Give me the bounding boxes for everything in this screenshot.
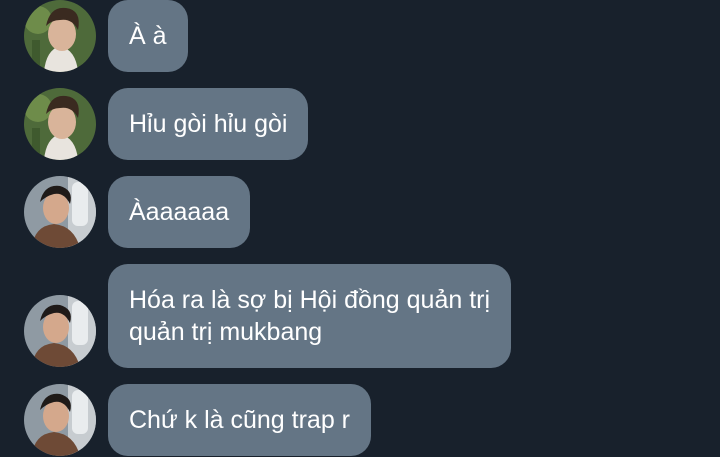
chat-thread: À à Hỉu gòi hỉu gòi Àaaaaaa Hóa ra là sợ… [0,0,720,457]
message-bubble[interactable]: À à [108,0,188,72]
message-text-line-2: quản trị mukbang [129,318,323,346]
message-bubble[interactable]: Hỉu gòi hỉu gòi [108,88,309,160]
avatar-user-a[interactable] [24,0,96,72]
message-bubble[interactable]: Hóa ra là sợ bị Hội đồng quản trị quản t… [108,264,512,368]
avatar-user-b[interactable] [24,295,96,367]
avatar-image [24,176,96,248]
avatar-image [24,295,96,367]
message-text: Hỉu gòi hỉu gòi [129,110,288,138]
message-text: À à [129,22,167,50]
avatar-user-b[interactable] [24,384,96,456]
message-text: Chứ k là cũng trap r [129,406,350,434]
avatar-image [24,88,96,160]
message-text: Àaaaaaa [129,198,230,226]
avatar-image [24,0,96,72]
avatar-user-b[interactable] [24,176,96,248]
avatar-image [24,384,96,456]
message-bubble[interactable]: Àaaaaaa [108,176,251,248]
message-bubble[interactable]: Chứ k là cũng trap r [108,384,371,456]
message-text-line-1: Hóa ra là sợ bị Hội đồng quản trị [129,286,491,314]
avatar-user-a[interactable] [24,88,96,160]
